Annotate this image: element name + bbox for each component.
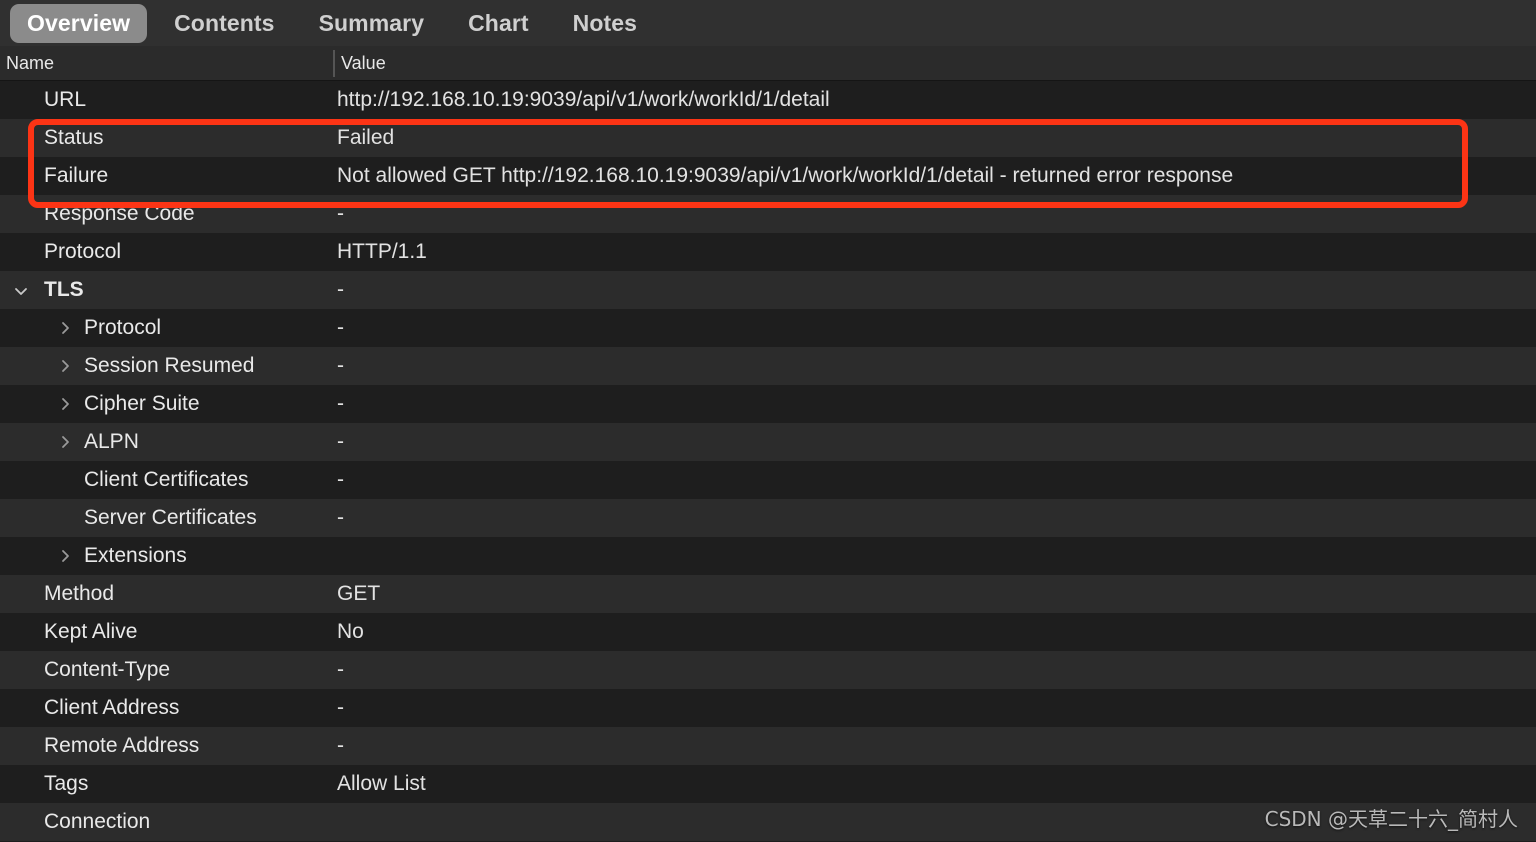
row-label: Response Code [44,202,195,225]
row-name-cell: Extensions [0,537,333,575]
row-value-cell: Failed [337,126,395,149]
row-label: Failure [44,164,109,187]
tab-overview[interactable]: Overview [10,3,148,43]
row-label: URL [44,88,87,111]
row-name-cell: Client Certificates [0,461,333,499]
table-row[interactable]: Response Code - [0,195,1536,233]
row-value-cell: - [337,202,344,225]
row-value-cell: http://192.168.10.19:9039/api/v1/work/wo… [337,88,830,111]
row-label: Remote Address [44,734,200,757]
row-label: Client Certificates [84,468,249,491]
row-name-cell: Protocol [0,309,333,347]
row-name-cell: Protocol [0,233,333,271]
row-value-cell: Not allowed GET http://192.168.10.19:903… [337,164,1234,187]
row-label: Extensions [84,544,187,567]
row-name-cell: URL [0,81,333,119]
row-value-cell: HTTP/1.1 [337,240,427,263]
column-header-row: Name Value [0,46,1536,81]
chevron-right-icon[interactable] [58,549,72,563]
table-row[interactable]: Status Failed [0,119,1536,157]
table-row[interactable]: Server Certificates - [0,499,1536,537]
row-label: ALPN [84,430,139,453]
row-name-cell: Content-Type [0,651,333,689]
row-label: Client Address [44,696,180,719]
column-header-value[interactable]: Value [341,46,386,81]
row-label: Status [44,126,104,149]
row-value-cell [337,537,1536,575]
row-value-cell: - [337,430,344,453]
table-row[interactable]: Tags Allow List [0,765,1536,803]
row-name-cell: TLS [0,271,333,309]
row-name-cell: Method [0,575,333,613]
tab-notes[interactable]: Notes [556,4,654,43]
row-name-cell: Status [0,119,333,157]
overview-panel: Overview Contents Summary Chart Notes Name V… [0,0,1536,842]
row-value-cell: - [337,392,344,415]
row-name-cell: Client Address [0,689,333,727]
chevron-right-icon[interactable] [58,397,72,411]
table-row[interactable]: Session Resumed - [0,347,1536,385]
row-name-cell: Cipher Suite [0,385,333,423]
row-value-cell: - [337,696,344,719]
row-value-cell: Allow List [337,772,426,795]
row-value-cell: - [337,354,344,377]
table-row[interactable]: URL http://192.168.10.19:9039/api/v1/work… [0,81,1536,119]
row-name-cell: Response Code [0,195,333,233]
table-row[interactable]: Kept Alive No [0,613,1536,651]
table-row[interactable]: Cipher Suite - [0,385,1536,423]
row-label: Protocol [84,316,162,339]
row-name-cell: Session Resumed [0,347,333,385]
chevron-right-icon[interactable] [58,321,72,335]
row-label: Server Certificates [84,506,257,529]
row-value-cell: - [337,316,344,339]
row-name-cell: Tags [0,765,333,803]
row-value-cell: - [337,734,344,757]
row-name-cell: Kept Alive [0,613,333,651]
tab-bar: Overview Contents Summary Chart Notes [0,0,1536,46]
row-name-cell: Server Certificates [0,499,333,537]
row-value-cell: GET [337,582,381,605]
table-row[interactable]: Client Address - [0,689,1536,727]
table-row[interactable]: Failure Not allowed GET http://192.168.10… [0,157,1536,195]
row-label: TLS [44,278,84,301]
row-value-cell: - [337,278,344,301]
watermark: CSDN @天草二十六_简村人 [1264,807,1518,831]
chevron-right-icon[interactable] [58,435,72,449]
row-name-cell: ALPN [0,423,333,461]
table-row[interactable]: TLS - [0,271,1536,309]
table-row[interactable]: Content-Type - [0,651,1536,689]
row-value-cell: - [337,506,344,529]
row-name-cell: Failure [0,157,333,195]
row-label: Content-Type [44,658,171,681]
column-header-name[interactable]: Name [6,46,54,81]
table-row[interactable]: Protocol - [0,309,1536,347]
tab-summary[interactable]: Summary [302,4,442,43]
tab-contents[interactable]: Contents [157,4,291,43]
column-divider[interactable] [333,50,335,77]
chevron-right-icon[interactable] [58,359,72,373]
row-label: Connection [44,810,151,833]
table-row[interactable]: ALPN - [0,423,1536,461]
row-label: Cipher Suite [84,392,200,415]
row-name-cell: Remote Address [0,727,333,765]
row-label: Protocol [44,240,122,263]
row-value-cell: No [337,620,364,643]
row-label: Kept Alive [44,620,138,643]
row-value-cell: - [337,468,344,491]
chevron-down-icon[interactable] [14,284,28,298]
row-label: Method [44,582,115,605]
table-row[interactable]: Client Certificates - [0,461,1536,499]
table-row[interactable]: Remote Address - [0,727,1536,765]
overview-table: URL http://192.168.10.19:9039/api/v1/work… [0,81,1536,842]
table-row[interactable]: Extensions [0,537,1536,575]
tab-chart[interactable]: Chart [451,4,546,43]
row-label: Session Resumed [84,354,255,377]
row-label: Tags [44,772,89,795]
row-value-cell: - [337,658,344,681]
row-name-cell: Connection [0,803,333,841]
table-row[interactable]: Protocol HTTP/1.1 [0,233,1536,271]
table-row[interactable]: Method GET [0,575,1536,613]
